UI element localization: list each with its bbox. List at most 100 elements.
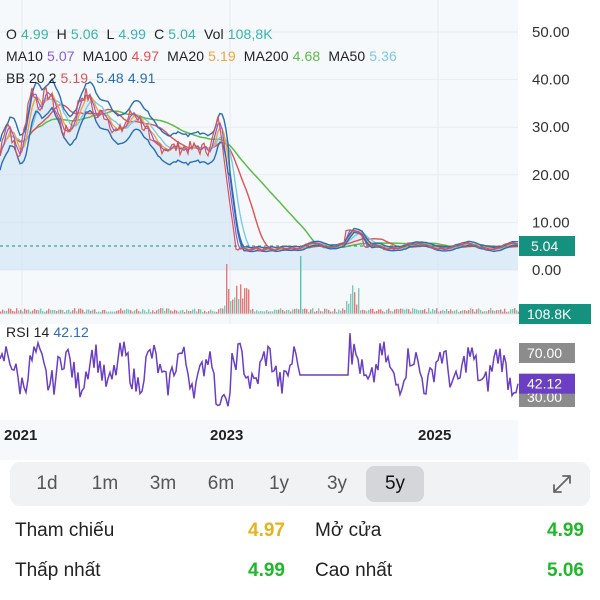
volume-bar <box>432 308 434 314</box>
volume-bar <box>86 309 88 314</box>
legend-ma20-label: MA20 <box>167 48 205 64</box>
volume-bar <box>162 308 164 314</box>
volume-bar <box>358 288 360 314</box>
reference-label: Tham chiếu <box>15 520 115 541</box>
volume-bar <box>54 310 56 314</box>
tab-1d[interactable]: 1d <box>18 466 76 502</box>
tab-5y[interactable]: 5y <box>366 466 424 502</box>
volume-bar <box>370 308 372 314</box>
volume-bar <box>510 309 512 314</box>
volume-bar <box>514 308 516 314</box>
volume-bar <box>398 309 400 314</box>
volume-bar <box>32 310 34 314</box>
volume-bar <box>462 310 464 314</box>
tab-3m[interactable]: 3m <box>134 466 192 502</box>
volume-bar <box>276 309 278 314</box>
volume-bar <box>380 309 382 314</box>
volume-bar <box>240 284 242 314</box>
volume-bar <box>180 310 182 314</box>
volume-bar <box>124 310 126 314</box>
volume-bar <box>488 309 490 314</box>
volume-bar <box>88 309 90 314</box>
volume-bar <box>200 309 202 314</box>
volume-bar <box>174 309 176 314</box>
low-value: 4.99 <box>248 560 285 581</box>
volume-bar <box>94 309 96 314</box>
volume-bar <box>400 308 402 314</box>
volume-bar <box>412 308 414 314</box>
volume-bar <box>26 309 28 314</box>
x-tick-label: 2025 <box>418 427 451 444</box>
volume-bar <box>228 289 230 314</box>
volume-bar <box>454 310 456 314</box>
volume-bar <box>242 298 244 314</box>
volume-bar <box>136 308 138 314</box>
volume-bar <box>250 309 252 314</box>
legend-bb-upper: 5.19 <box>60 70 89 86</box>
volume-bar <box>512 309 514 314</box>
volume-bar <box>338 309 340 314</box>
legend-low-label: L <box>106 26 115 42</box>
volume-bar <box>210 309 212 314</box>
volume-bar <box>496 310 498 314</box>
volume-bar <box>326 308 328 314</box>
volume-bar <box>256 310 258 314</box>
volume-bar <box>420 310 422 314</box>
volume-bar <box>406 308 408 314</box>
volume-bar <box>144 310 146 314</box>
volume-bar <box>168 308 170 314</box>
volume-bar <box>218 309 220 314</box>
volume-bar <box>10 308 12 314</box>
expand-arrows-icon <box>553 475 571 493</box>
volume-bar <box>126 308 128 314</box>
volume-bar <box>516 310 518 314</box>
volume-bar <box>234 297 236 314</box>
legend-ma100-label: MA100 <box>82 48 128 64</box>
legend-low-value: 4.99 <box>118 26 147 42</box>
stock-chart[interactable]: 50.00 40.00 30.00 20.00 10.00 0.00 5.04 108.8K 7… <box>0 0 600 460</box>
volume-bar <box>186 309 188 314</box>
volume-bar <box>306 309 308 314</box>
volume-bar <box>318 308 320 314</box>
volume-bar <box>166 308 168 314</box>
legend-rsi-value: 42.12 <box>53 324 89 340</box>
volume-bar <box>424 309 426 314</box>
volume-bar <box>36 310 38 314</box>
rsi-value-text: 42.12 <box>527 376 562 392</box>
volume-bar <box>302 309 304 314</box>
volume-bar <box>62 310 64 314</box>
legend-ma100-value: 4.97 <box>131 48 160 64</box>
volume-bar <box>500 309 502 314</box>
volume-bar <box>120 308 122 314</box>
legend-ma200-label: MA200 <box>243 48 289 64</box>
volume-bar <box>354 292 356 314</box>
volume-bar <box>456 309 458 314</box>
chart-canvas[interactable]: 50.00 40.00 30.00 20.00 10.00 0.00 5.04 108.8K 7… <box>0 0 600 460</box>
volume-bar <box>428 308 430 314</box>
volume-bar <box>368 309 370 314</box>
volume-bar <box>372 308 374 314</box>
high-label: Cao nhất <box>315 560 393 581</box>
volume-bar <box>182 309 184 314</box>
volume-bar <box>480 309 482 314</box>
legend-vol-label: Vol <box>203 26 224 42</box>
price-tick-label: 10.00 <box>532 214 570 231</box>
volume-bar <box>52 310 54 314</box>
volume-bar <box>230 300 232 314</box>
volume-bar <box>490 308 492 314</box>
legend-ma10-label: MA10 <box>6 48 43 64</box>
volume-bar <box>280 308 282 314</box>
tab-6m[interactable]: 6m <box>192 466 250 502</box>
legend-rsi-label: RSI 14 <box>6 324 50 340</box>
tab-3y[interactable]: 3y <box>308 466 366 502</box>
tab-1y[interactable]: 1y <box>250 466 308 502</box>
expand-button[interactable] <box>542 466 582 502</box>
volume-bar <box>118 310 120 314</box>
volume-bar <box>434 310 436 314</box>
volume-bar <box>300 256 302 314</box>
volume-bar <box>266 310 268 314</box>
volume-bar <box>232 299 234 314</box>
tab-1m[interactable]: 1m <box>76 466 134 502</box>
volume-bar <box>286 309 288 314</box>
volume-bar <box>194 308 196 314</box>
